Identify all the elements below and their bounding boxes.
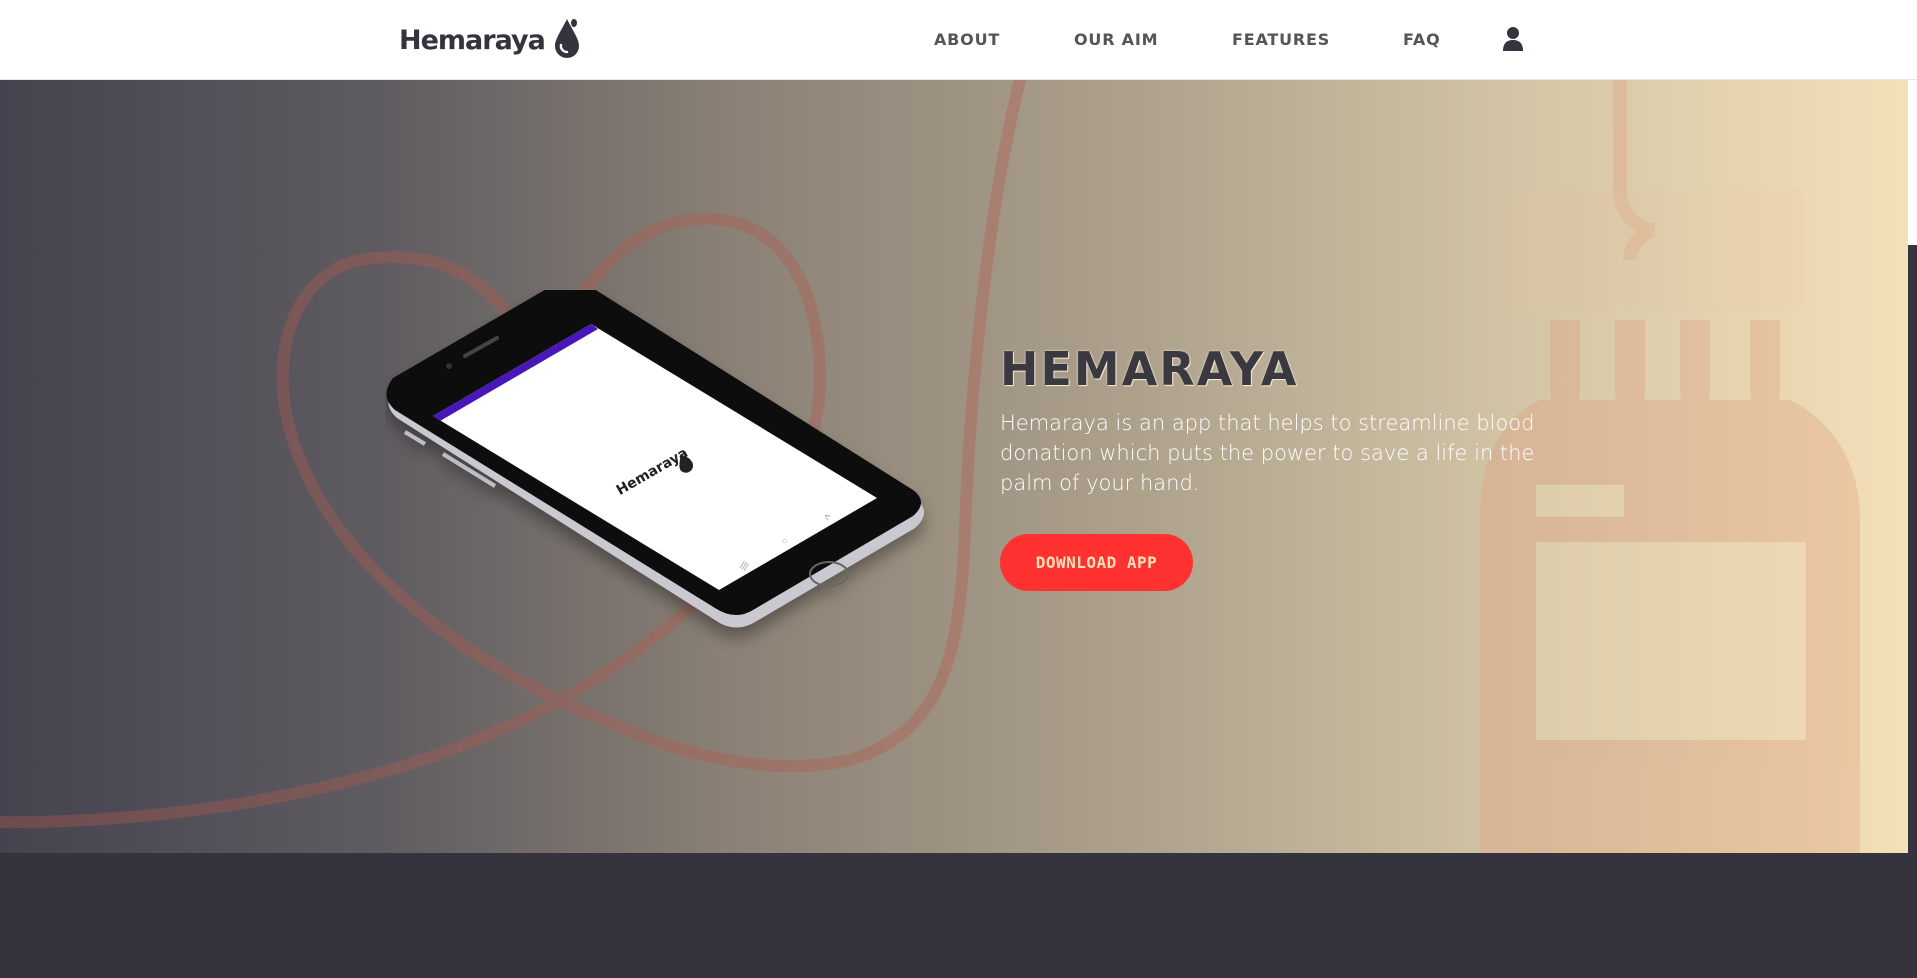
navbar: Hemaraya ABOUT OUR AIM FEATURES FAQ — [0, 0, 1917, 80]
page-edge-dark — [1908, 245, 1917, 978]
hero-title: HEMARAYA — [1000, 342, 1299, 396]
nav-about[interactable]: ABOUT — [934, 30, 1000, 49]
hero-section: < ○ ||| Hemaraya HEMARAYA Hemaraya is an… — [0, 80, 1908, 853]
download-app-button[interactable]: DOWNLOAD APP — [1000, 534, 1193, 591]
hero-description: Hemaraya is an app that helps to streaml… — [1000, 411, 1535, 495]
nav-our-aim[interactable]: OUR AIM — [1074, 30, 1158, 49]
nav-features[interactable]: FEATURES — [1232, 30, 1330, 49]
phone-mockup: < ○ ||| Hemaraya — [385, 280, 935, 640]
page-edge — [1908, 80, 1917, 245]
hero-background-illustration — [0, 80, 1860, 853]
brand-name: Hemaraya — [399, 24, 546, 56]
blood-drop-icon — [553, 17, 581, 64]
brand-logo[interactable]: Hemaraya — [399, 18, 581, 62]
user-icon[interactable] — [1502, 26, 1524, 52]
nav-faq[interactable]: FAQ — [1403, 30, 1440, 49]
